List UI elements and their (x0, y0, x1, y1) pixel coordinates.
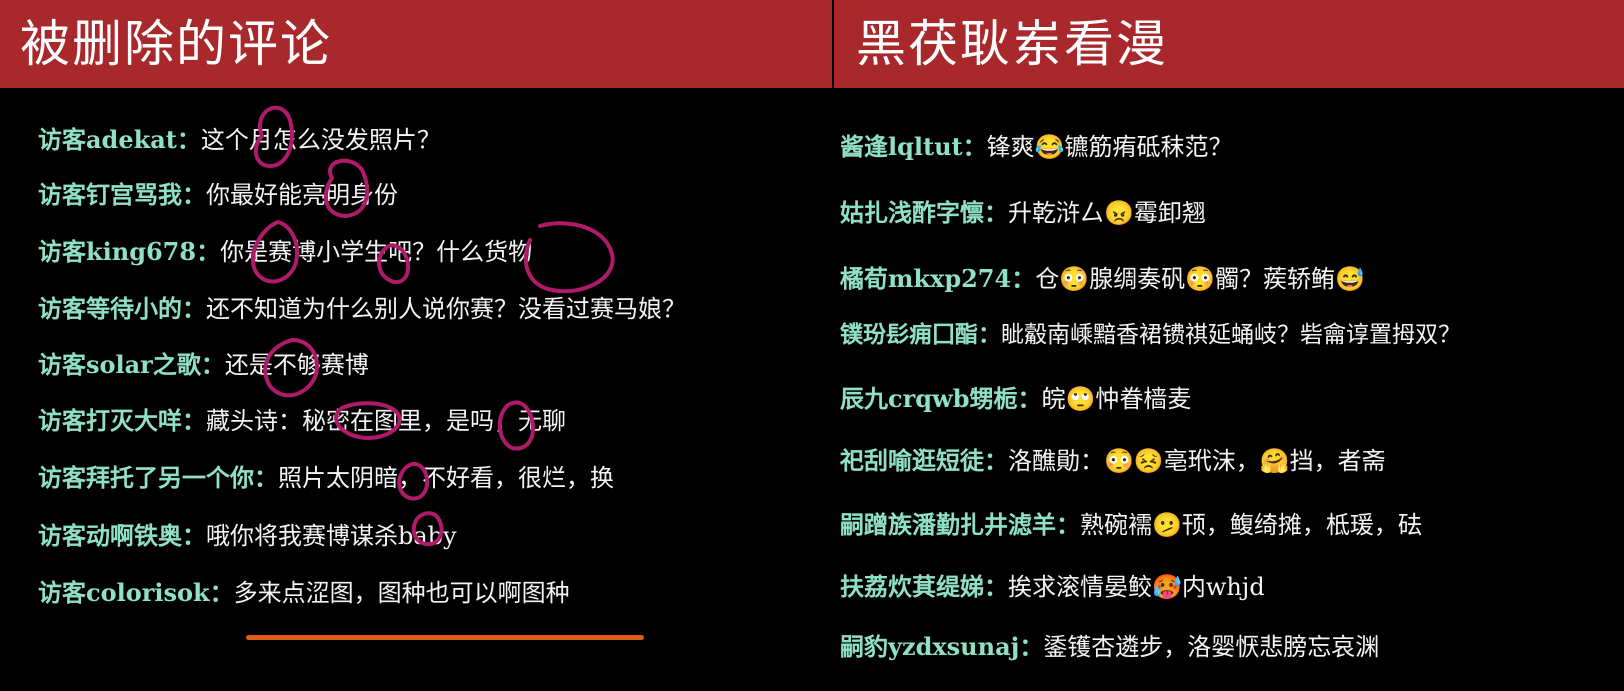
separator: ： (182, 406, 206, 435)
commenter-name: 祀刮喻逛短徒 (840, 446, 984, 475)
commenter-name: 访客拜托了另一个你 (38, 463, 254, 492)
comment-line: 嗣豹yzdxsunaj：鋈镬杏遴步，洛婴恹悲膀忘哀渊 (840, 630, 1379, 664)
comment-line: 访客colorisok：多来点涩图，图种也可以啊图种 (38, 576, 570, 610)
commenter-name: 镤玢髟痈囗酯 (840, 321, 978, 348)
separator: ： (1019, 632, 1044, 661)
comment-line: 镤玢髟痈囗酯：眦觳南嵊黯香裙镄祺延蛹岐？砦龠谆置拇双？ (840, 318, 1461, 352)
comment-line: 祀刮喻逛短徒：洛醮勛：😳😣亳玳沫，🤗挡，者斋 (840, 444, 1386, 478)
commenter-name: 访客等待小的 (38, 294, 182, 323)
right-panel: 黑茯耿岽看漫 酱逢lqltut：锋爽😂镳筋痏砥秣范？ 姑扎浅酢字懔：升乾浒厶😠霉… (832, 0, 1624, 691)
commenter-name: 嗣豹yzdxsunaj (840, 632, 1020, 661)
comment-line: 访客solar之歌：还是不够赛博 (38, 348, 369, 382)
commenter-name: 嗣蹭族潘勤扎井滤羊 (840, 510, 1056, 539)
commenter-name: 访客solar之歌 (38, 350, 201, 379)
commenter-name: 辰九crqwb甥栀 (840, 384, 1018, 413)
comment-line: 访客等待小的：还不知道为什么别人说你赛？没看过赛马娘？ (38, 292, 686, 326)
separator: ： (1011, 264, 1036, 293)
comment-text: 皖🙄忡眷樯麦 (1041, 385, 1192, 413)
comment-text: 藏头诗：秘密在图里，是吗，无聊 (206, 407, 566, 435)
comment-line: 访客拜托了另一个你：照片太阴暗，不好看，很烂，换 (38, 461, 614, 495)
commenter-name: 访客打灭大咩 (38, 406, 182, 435)
comment-text: 鋈镬杏遴步，洛婴恹悲膀忘哀渊 (1043, 633, 1380, 661)
comment-line: 辰九crqwb甥栀：皖🙄忡眷樯麦 (840, 382, 1191, 416)
comment-text: 哦你将我赛博谋杀baby (206, 522, 457, 550)
commenter-name: 访客king678 (38, 237, 197, 266)
comment-line: 橘荀mkxp274：仓😳腺绸奏矾😳髑？蒺轿鲔😅 (840, 262, 1365, 296)
commenter-name: 访客钉宫骂我 (38, 180, 182, 209)
comment-line: 访客adekat：这个月怎么没发照片？ (38, 123, 441, 157)
comment-text: 你是赛博小学生吧？什么货物 (220, 238, 533, 266)
separator: ： (200, 350, 225, 379)
comment-line: 访客打灭大咩：藏头诗：秘密在图里，是吗，无聊 (38, 404, 566, 438)
comment-line: 姑扎浅酢字懔：升乾浒厶😠霉卸翘 (840, 196, 1206, 230)
comment-text: 多来点涩图，图种也可以啊图种 (233, 579, 570, 607)
comment-text: 挨求滚情晏鲛🥵内whjd (1008, 573, 1265, 601)
right-panel-title: 黑茯耿岽看漫 (832, 0, 1624, 88)
comment-text: 熟碗襦🫤顸，鳆绮摊，柢瑗，砝 (1080, 511, 1422, 539)
comment-line: 酱逢lqltut：锋爽😂镳筋痏砥秣范？ (840, 130, 1233, 164)
comment-line: 访客king678：你是赛博小学生吧？什么货物 (38, 235, 532, 269)
separator: ： (182, 180, 206, 209)
separator: ： (1056, 510, 1080, 539)
separator: ： (984, 446, 1008, 475)
left-panel: 被删除的评论 访客adekat：这个月怎么没发照片？ 访客钉宫骂我：你最好能亮明… (0, 0, 832, 691)
comment-text: 锋爽😂镳筋痏砥秣范？ (986, 133, 1233, 161)
separator: ： (182, 521, 206, 550)
left-panel-title: 被删除的评论 (0, 0, 832, 88)
separator: ： (1017, 384, 1042, 413)
separator: ： (984, 572, 1008, 601)
commenter-name: 扶荔炊萁缇娣 (840, 572, 984, 601)
comment-text: 还是不够赛博 (224, 351, 369, 379)
separator: ： (176, 125, 201, 154)
comment-line: 扶荔炊萁缇娣：挨求滚情晏鲛🥵内whjd (840, 570, 1265, 604)
comment-text: 洛醮勛：😳😣亳玳沫，🤗挡，者斋 (1008, 447, 1386, 475)
separator: ： (984, 198, 1008, 227)
ink-circle (523, 221, 615, 294)
comment-text: 照片太阴暗，不好看，很烂，换 (278, 464, 614, 492)
commenter-name: 访客动啊铁奥 (38, 521, 182, 550)
comment-text: 升乾浒厶😠霉卸翘 (1008, 199, 1206, 227)
separator: ： (182, 294, 206, 323)
comment-text: 这个月怎么没发照片？ (200, 126, 441, 154)
separator: ： (209, 578, 234, 607)
comment-text: 还不知道为什么别人说你赛？没看过赛马娘？ (206, 295, 686, 323)
highlight-underline (246, 635, 644, 640)
separator: ： (978, 321, 1001, 348)
comment-text: 仓😳腺绸奏矾😳髑？蒺轿鲔😅 (1035, 265, 1365, 293)
commenter-name: 访客adekat (38, 125, 177, 154)
separator: ： (196, 237, 221, 266)
separator: ： (962, 132, 987, 161)
separator: ： (254, 463, 278, 492)
commenter-name: 酱逢lqltut (840, 132, 963, 161)
commenter-name: 橘荀mkxp274 (840, 264, 1012, 293)
comment-line: 嗣蹭族潘勤扎井滤羊：熟碗襦🫤顸，鳆绮摊，柢瑗，砝 (840, 508, 1422, 542)
comment-text: 眦觳南嵊黯香裙镄祺延蛹岐？砦龠谆置拇双？ (1001, 322, 1461, 348)
commenter-name: 姑扎浅酢字懔 (840, 198, 984, 227)
comment-line: 访客钉宫骂我：你最好能亮明身份 (38, 178, 398, 212)
commenter-name: 访客colorisok (38, 578, 210, 607)
comment-line: 访客动啊铁奥：哦你将我赛博谋杀baby (38, 519, 457, 553)
comment-text: 你最好能亮明身份 (206, 181, 398, 209)
